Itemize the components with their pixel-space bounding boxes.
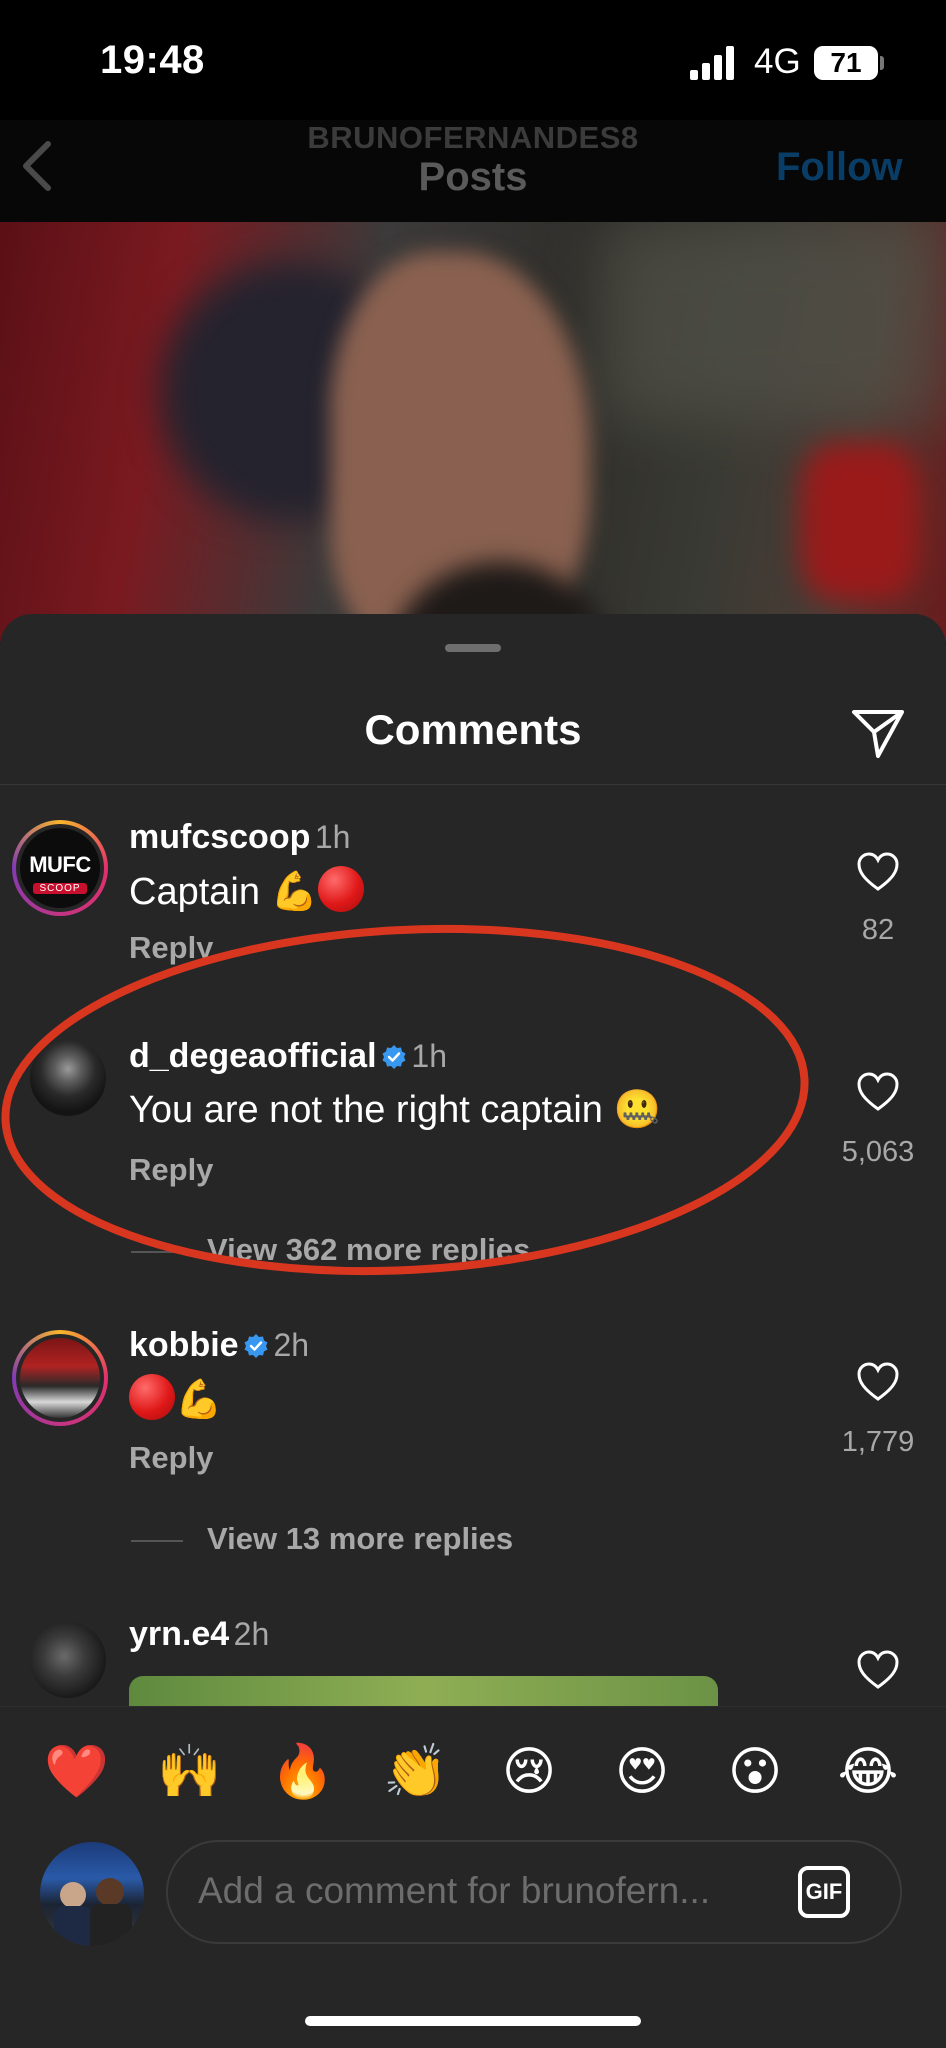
comment-time: 2h	[233, 1616, 270, 1652]
crying-emoji-button[interactable]: 😢	[497, 1740, 561, 1804]
heart-icon[interactable]	[856, 1650, 900, 1690]
fire-emoji-button[interactable]: 🔥	[270, 1740, 335, 1804]
status-time: 19:48	[100, 38, 205, 82]
heart-emoji-button[interactable]: ❤️	[44, 1740, 109, 1804]
emoji-reaction-bar	[0, 1706, 946, 1833]
avatar-logo-subtext: SCOOP	[33, 883, 87, 894]
sheet-title: Comments	[364, 706, 582, 753]
reply-button[interactable]: Reply	[129, 1152, 213, 1188]
raising-hands-emoji-button[interactable]: 🙌	[157, 1740, 222, 1804]
battery-indicator: 71	[814, 46, 878, 80]
network-type: 4G	[754, 42, 801, 81]
comment-username[interactable]: kobbie	[129, 1326, 239, 1364]
view-replies-button[interactable]: View 13 more replies	[207, 1521, 513, 1557]
comment-username[interactable]: yrn.e4	[129, 1615, 229, 1653]
gif-button[interactable]: GIF	[798, 1866, 850, 1918]
comment-time: 2h	[273, 1327, 310, 1363]
comment-text: Captain 💪	[129, 866, 364, 914]
red-circle-emoji	[317, 866, 364, 912]
replies-divider	[131, 1540, 183, 1542]
comment-media-preview[interactable]	[129, 1676, 718, 1706]
avatar[interactable]	[30, 1040, 106, 1116]
comment-username[interactable]: mufcscoop	[129, 818, 310, 856]
avatar[interactable]	[12, 1330, 108, 1426]
laughing-emoji-button[interactable]: 😂	[836, 1740, 900, 1804]
verified-badge-icon	[382, 1045, 406, 1069]
home-indicator	[305, 2016, 641, 2026]
reply-button[interactable]: Reply	[129, 1440, 213, 1476]
my-avatar[interactable]	[40, 1842, 144, 1946]
like-count: 1,779	[841, 1426, 915, 1458]
avatar[interactable]	[30, 1622, 106, 1698]
replies-divider	[131, 1251, 183, 1253]
clapping-emoji-button[interactable]: 👏	[383, 1740, 448, 1804]
cellular-signal-icon	[690, 46, 734, 80]
surprised-emoji-button[interactable]: 😮	[723, 1740, 787, 1804]
avatar-logo-text: MUFC	[29, 852, 91, 877]
follow-button[interactable]: Follow	[776, 145, 903, 190]
view-replies-button[interactable]: View 362 more replies	[207, 1232, 530, 1268]
post-image	[0, 222, 946, 642]
comment-text: 💪	[129, 1374, 222, 1422]
comment-input-placeholder: Add a comment for brunofern...	[198, 1870, 711, 1911]
heart-icon[interactable]	[856, 1072, 900, 1112]
like-count: 5,063	[841, 1136, 915, 1168]
like-count: 82	[861, 914, 895, 946]
share-icon[interactable]	[850, 704, 906, 760]
verified-badge-icon	[244, 1334, 268, 1358]
heart-icon[interactable]	[856, 1362, 900, 1402]
comment-time: 1h	[314, 819, 351, 855]
red-circle-emoji	[129, 1374, 175, 1420]
battery-cap-icon	[880, 56, 884, 70]
reply-button[interactable]: Reply	[129, 930, 213, 966]
comment-text: You are not the right captain 🤐	[129, 1089, 661, 1131]
comment-time: 1h	[411, 1038, 448, 1074]
sheet-grabber[interactable]	[445, 644, 501, 652]
heart-icon[interactable]	[856, 852, 900, 892]
avatar[interactable]: MUFC SCOOP	[12, 820, 108, 916]
heart-eyes-emoji-button[interactable]: 😍	[610, 1740, 674, 1804]
comment-username[interactable]: d_degeaofficial	[129, 1037, 377, 1075]
sheet-divider	[0, 784, 946, 785]
